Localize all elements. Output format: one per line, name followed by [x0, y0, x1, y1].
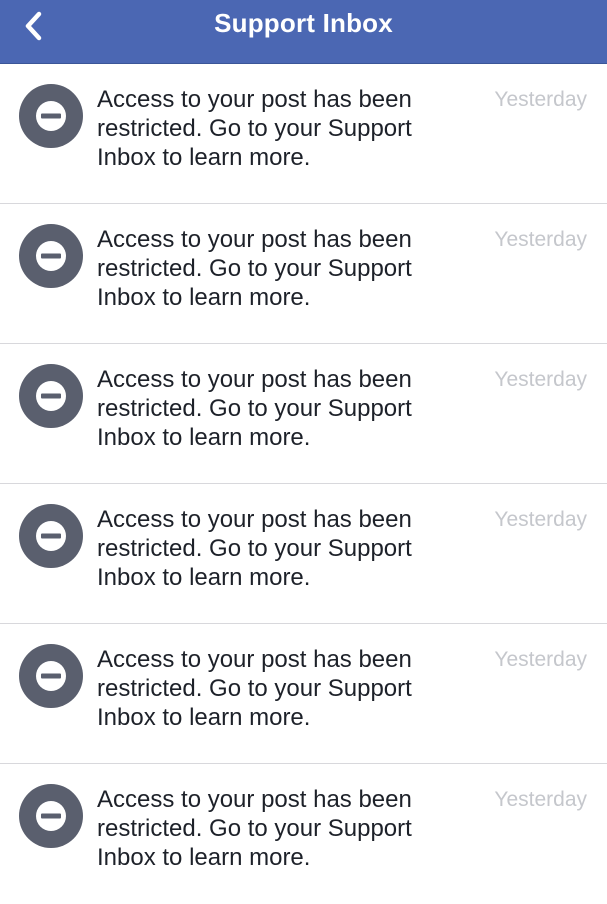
- notification-message: Access to your post has been restricted.…: [97, 226, 412, 311]
- notification-list: Access to your post has been restricted.…: [0, 64, 607, 904]
- restricted-icon: [19, 504, 83, 568]
- notification-message: Access to your post has been restricted.…: [97, 366, 412, 451]
- restricted-icon: [19, 224, 83, 288]
- notification-time: Yesterday: [494, 88, 587, 111]
- notification-item[interactable]: Access to your post has been restricted.…: [0, 344, 607, 484]
- notification-item[interactable]: Access to your post has been restricted.…: [0, 764, 607, 904]
- notification-time: Yesterday: [494, 648, 587, 671]
- restricted-icon: [19, 364, 83, 428]
- restricted-icon: [19, 784, 83, 848]
- restricted-icon: [19, 84, 83, 148]
- restricted-icon: [19, 644, 83, 708]
- notification-message: Access to your post has been restricted.…: [97, 646, 412, 731]
- notification-item[interactable]: Access to your post has been restricted.…: [0, 204, 607, 344]
- notification-time: Yesterday: [494, 368, 587, 391]
- notification-time: Yesterday: [494, 508, 587, 531]
- top-nav-bar: Support Inbox: [0, 0, 607, 64]
- notification-time: Yesterday: [494, 788, 587, 811]
- notification-item[interactable]: Access to your post has been restricted.…: [0, 64, 607, 204]
- notification-item[interactable]: Access to your post has been restricted.…: [0, 624, 607, 764]
- page-title: Support Inbox: [214, 8, 393, 38]
- notification-message: Access to your post has been restricted.…: [97, 86, 412, 171]
- notification-time: Yesterday: [494, 228, 587, 251]
- notification-item[interactable]: Access to your post has been restricted.…: [0, 484, 607, 624]
- notification-message: Access to your post has been restricted.…: [97, 786, 412, 871]
- notification-message: Access to your post has been restricted.…: [97, 506, 412, 591]
